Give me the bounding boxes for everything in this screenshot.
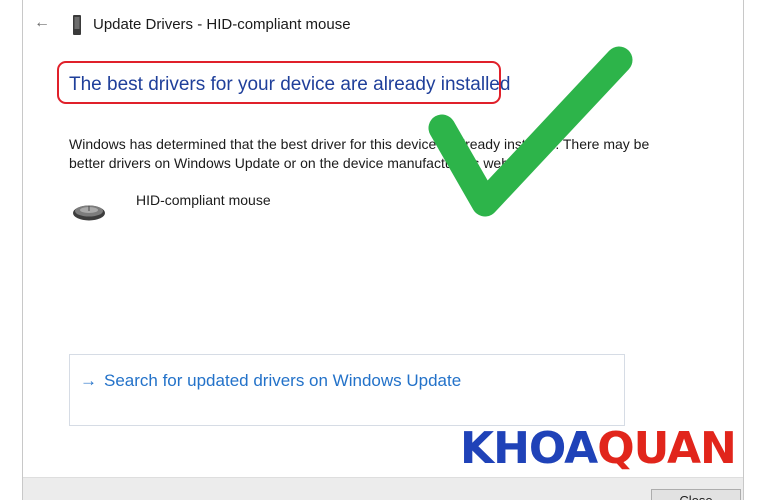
green-checkmark-icon bbox=[428, 46, 633, 217]
close-button[interactable]: Close bbox=[651, 489, 741, 500]
arrow-right-icon: → bbox=[80, 371, 97, 390]
device-icon bbox=[73, 15, 81, 35]
watermark-logo: KHOAQUAN bbox=[460, 423, 737, 474]
mouse-icon bbox=[73, 205, 105, 221]
watermark-part-khoa: KHOA bbox=[460, 423, 598, 474]
back-arrow-icon[interactable]: ← bbox=[31, 12, 53, 34]
device-name: HID-compliant mouse bbox=[136, 192, 271, 208]
search-windows-update-option[interactable]: → Search for updated drivers on Windows … bbox=[69, 354, 625, 426]
search-windows-update-label: Search for updated drivers on Windows Up… bbox=[104, 371, 462, 390]
watermark-part-quan: QUAN bbox=[597, 423, 737, 474]
dialog-footer bbox=[23, 477, 743, 500]
window-title: Update Drivers - HID-compliant mouse bbox=[93, 16, 351, 33]
